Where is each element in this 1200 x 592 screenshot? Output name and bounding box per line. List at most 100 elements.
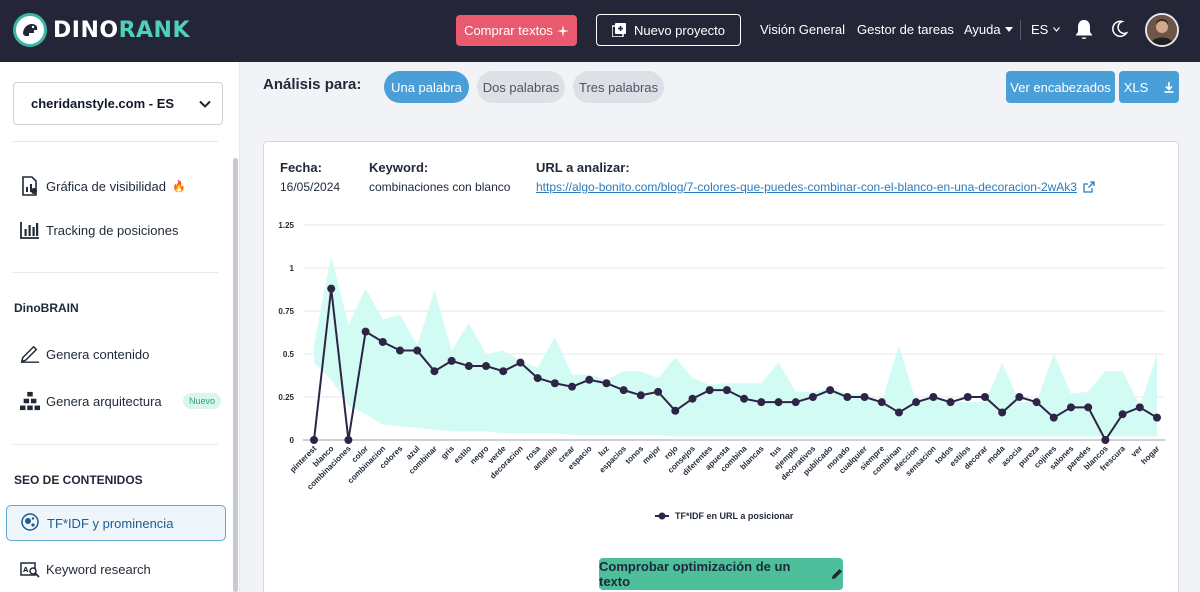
chevron-down-icon — [199, 100, 211, 108]
nav-ayuda-label: Ayuda — [964, 22, 1001, 37]
data-point — [585, 375, 594, 384]
language-selector[interactable]: ES — [1031, 22, 1061, 37]
nuevo-proyecto-button[interactable]: Nuevo proyecto — [596, 14, 741, 46]
ver-encabezados-button[interactable]: Ver encabezados — [1006, 71, 1115, 103]
tab-tres-palabras[interactable]: Tres palabras — [573, 71, 664, 103]
x-tick-label: negro — [468, 444, 490, 466]
y-tick-label: 0.75 — [278, 307, 294, 316]
data-point — [894, 408, 903, 417]
data-point — [998, 408, 1007, 417]
download-icon — [1164, 81, 1174, 93]
data-point — [413, 346, 422, 355]
y-tick-label: 1 — [290, 264, 295, 273]
tab-una-palabra[interactable]: Una palabra — [384, 71, 469, 103]
y-tick-label: 1.25 — [278, 221, 294, 230]
data-point — [378, 337, 387, 346]
x-tick-label: mejor — [641, 444, 663, 466]
keyword-search-icon: A — [20, 559, 40, 579]
y-tick-label: 0.5 — [283, 350, 295, 359]
data-point — [826, 386, 835, 395]
data-point — [1049, 413, 1058, 422]
url-link[interactable]: https://algo-bonito.com/blog/7-colores-q… — [536, 180, 1095, 194]
bell-icon[interactable] — [1074, 19, 1094, 41]
sidebar-item-label: Genera arquitectura — [46, 393, 162, 409]
dino-logo-icon — [13, 13, 47, 47]
sidebar-scrollbar[interactable] — [233, 158, 238, 592]
nav-divider — [1020, 20, 1021, 40]
data-point — [654, 387, 663, 396]
sidebar-divider — [13, 444, 218, 445]
data-point — [550, 379, 559, 388]
data-point — [499, 367, 508, 376]
data-point — [344, 436, 353, 444]
data-point — [1084, 403, 1093, 412]
avatar[interactable] — [1145, 13, 1179, 47]
data-point — [946, 398, 955, 407]
data-point — [980, 393, 989, 401]
data-point — [602, 379, 611, 388]
moon-icon[interactable] — [1110, 20, 1128, 38]
sidebar-item-label: TF*IDF y prominencia — [47, 515, 174, 531]
add-project-icon — [611, 23, 626, 37]
sidebar-item-tfidf[interactable]: TF*IDF y prominencia — [6, 505, 226, 541]
sidebar: cheridanstyle.com - ES Gráfica de visibi… — [0, 62, 240, 592]
xls-download-button[interactable]: XLS — [1119, 71, 1179, 103]
sidebar-item-label: Gráfica de visibilidad — [46, 178, 166, 194]
legend-label: TF*IDF en URL a posicionar — [675, 511, 794, 521]
pencil-icon — [832, 569, 842, 579]
sidebar-divider — [13, 141, 218, 142]
analisis-label: Análisis para: — [263, 76, 362, 93]
data-point — [791, 398, 800, 407]
sidebar-divider — [13, 272, 218, 273]
comprar-textos-label: Comprar textos — [464, 23, 553, 38]
data-point — [482, 362, 491, 371]
fire-icon: 🔥 — [171, 180, 186, 193]
chevron-down-icon — [1053, 27, 1061, 32]
data-point — [447, 356, 456, 365]
nav-vision-general[interactable]: Visión General — [760, 22, 845, 37]
comprobar-optimizacion-button[interactable]: Comprobar optimización de un texto — [599, 558, 843, 590]
legend-marker — [655, 512, 669, 520]
data-point — [912, 398, 921, 407]
section-heading-seo: SEO DE CONTENIDOS — [14, 473, 143, 487]
nav-gestor-tareas[interactable]: Gestor de tareas — [857, 22, 954, 37]
logo-text: DINORANK — [53, 17, 190, 43]
sidebar-item-genera-contenido[interactable]: Genera contenido — [20, 344, 149, 364]
y-tick-label: 0.25 — [278, 393, 294, 402]
sidebar-item-keyword-research[interactable]: A Keyword research — [20, 559, 151, 579]
sidebar-item-genera-arquitectura[interactable]: Genera arquitectura — [20, 391, 162, 411]
data-point — [705, 386, 714, 395]
xls-label: XLS — [1123, 79, 1149, 95]
y-tick-label: 0 — [290, 436, 295, 445]
url-link-text: https://algo-bonito.com/blog/7-colores-q… — [536, 180, 1077, 194]
fecha-label: Fecha: — [280, 160, 322, 175]
sidebar-item-tracking[interactable]: Tracking de posiciones — [20, 220, 178, 240]
data-point — [1153, 413, 1161, 422]
comprar-textos-button[interactable]: Comprar textos — [456, 15, 577, 46]
data-point — [740, 394, 749, 403]
data-point — [671, 406, 680, 415]
data-point — [361, 327, 370, 336]
document-chart-icon — [20, 176, 40, 196]
keyword-value: combinaciones con blanco — [369, 180, 511, 194]
data-point — [1118, 410, 1127, 419]
top-navbar: DINORANK Comprar textos Nuevo proyecto V… — [0, 0, 1200, 62]
data-point — [929, 393, 938, 401]
site-selector-value: cheridanstyle.com - ES — [31, 96, 175, 111]
data-point — [568, 382, 577, 391]
nav-ayuda-dropdown[interactable]: Ayuda — [964, 22, 1013, 37]
bubbles-icon — [21, 512, 39, 534]
data-point — [430, 367, 439, 376]
sidebar-item-label: Tracking de posiciones — [46, 222, 179, 238]
logo[interactable]: DINORANK — [13, 13, 190, 47]
section-heading-dinobrain: DinoBRAIN — [14, 301, 79, 315]
comprobar-label: Comprobar optimización de un texto — [599, 559, 791, 589]
tab-dos-palabras[interactable]: Dos palabras — [477, 71, 565, 103]
site-selector[interactable]: cheridanstyle.com - ES — [13, 82, 223, 125]
sidebar-item-grafica-visibilidad[interactable]: Gráfica de visibilidad 🔥 — [20, 176, 186, 196]
data-point — [1015, 393, 1024, 401]
data-point — [757, 398, 766, 407]
range-band — [314, 255, 1157, 437]
data-point — [1066, 403, 1075, 412]
pen-lines-icon — [20, 344, 40, 364]
